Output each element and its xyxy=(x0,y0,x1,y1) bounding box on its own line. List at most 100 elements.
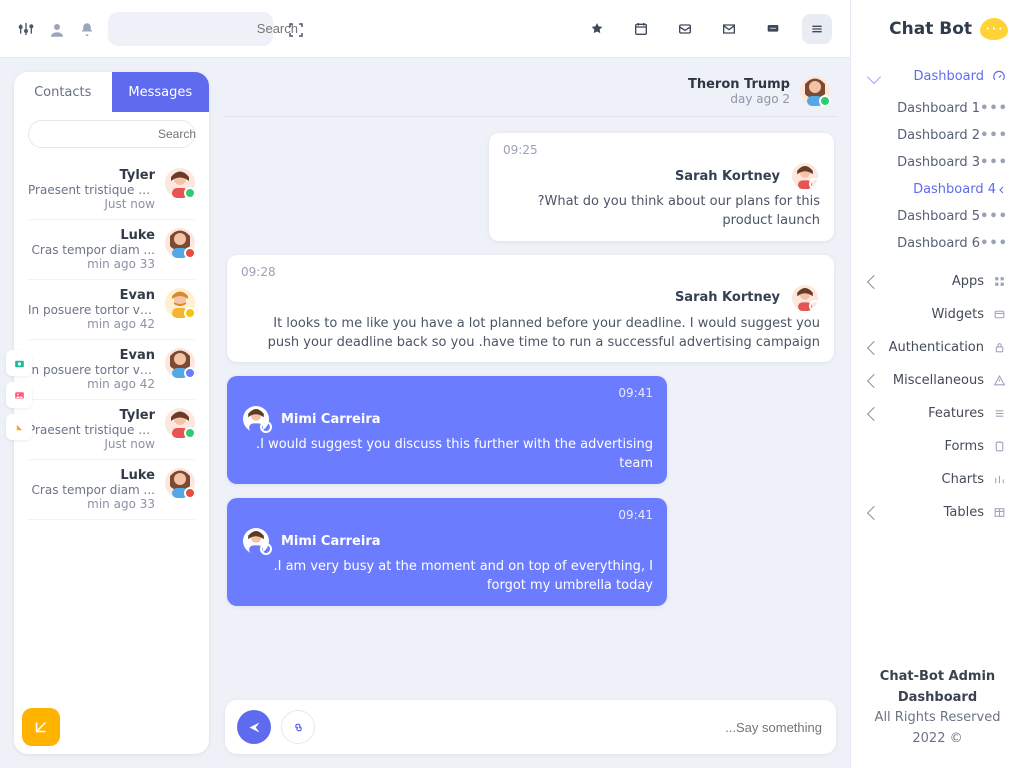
sidebar: Chat Bot Dashboard Dashboard 1•••Dashboa… xyxy=(850,0,1024,768)
chart-icon xyxy=(992,473,1006,487)
avatar xyxy=(790,285,820,311)
subnav-dashboard-6[interactable]: Dashboard 6••• xyxy=(867,230,1008,257)
avatar xyxy=(165,168,195,198)
message-out: 09:41 Mimi Carreira .I would suggest you… xyxy=(227,376,667,484)
contact-snippet: In posuere tortor vel... xyxy=(28,303,155,317)
dots-icon: ••• xyxy=(980,101,1008,116)
message-time: 09:28 xyxy=(241,265,820,279)
subnav-dashboard-3[interactable]: Dashboard 3••• xyxy=(867,149,1008,176)
message-in: 09:25 Sarah Kortney ?What do you think a… xyxy=(489,133,834,241)
contact-list: Tyler Praesent tristique diam... Just no… xyxy=(14,156,209,754)
contact-snippet: Praesent tristique diam... xyxy=(28,183,155,197)
contact-time: min ago 33 xyxy=(28,257,155,271)
subnav-dashboard-5[interactable]: Dashboard 5••• xyxy=(867,203,1008,230)
contact-time: min ago 42 xyxy=(28,377,155,391)
peer-avatar[interactable] xyxy=(800,76,830,106)
nav-widgets[interactable]: Widgets xyxy=(867,298,1008,331)
settings-sliders-icon[interactable] xyxy=(18,21,34,37)
inbox-icon[interactable] xyxy=(670,14,700,44)
message-author: Mimi Carreira xyxy=(281,412,381,427)
nav-label: Dashboard xyxy=(913,69,984,84)
message-time: 09:25 xyxy=(503,143,820,157)
contact-time: Just now xyxy=(28,197,155,211)
contact-snippet: Cras tempor diam ... xyxy=(28,243,155,257)
footer: Chat-Bot Admin Dashboard All Rights Rese… xyxy=(867,667,1008,750)
nav-label: Widgets xyxy=(931,307,984,322)
nav-label: Apps xyxy=(952,274,984,289)
nav-label: Miscellaneous xyxy=(893,373,984,388)
float-image-icon[interactable] xyxy=(6,382,32,408)
contact-item[interactable]: Evan In posuere tortor vel... min ago 42 xyxy=(28,280,195,340)
card-icon xyxy=(992,308,1006,322)
attach-button[interactable] xyxy=(281,710,315,744)
avatar xyxy=(790,163,820,189)
contact-item[interactable]: Tyler Praesent tristique diam... Just no… xyxy=(28,160,195,220)
float-camera-icon[interactable] xyxy=(6,350,32,376)
nav-label: Tables xyxy=(944,505,984,520)
avatar xyxy=(165,348,195,378)
tab-messages[interactable]: Messages xyxy=(112,72,210,112)
message-time: 09:41 xyxy=(241,386,653,400)
nav-auth[interactable]: Authentication xyxy=(867,331,1008,364)
top-search-input[interactable] xyxy=(120,20,300,37)
star-icon[interactable] xyxy=(582,14,612,44)
contact-time: min ago 33 xyxy=(28,497,155,511)
contact-item[interactable]: Evan In posuere tortor vel... min ago 42 xyxy=(28,340,195,400)
contact-item[interactable]: Tyler Praesent tristique diam... Just no… xyxy=(28,400,195,460)
nav-misc[interactable]: Miscellaneous xyxy=(867,364,1008,397)
avatar xyxy=(241,406,271,432)
subnav-label: Dashboard 5 xyxy=(867,209,980,224)
nav-charts[interactable]: Charts xyxy=(867,463,1008,496)
nav-tables[interactable]: Tables xyxy=(867,496,1008,529)
dots-icon: ••• xyxy=(980,236,1008,251)
message-in: 09:28 Sarah Kortney It looks to me like … xyxy=(227,255,834,363)
contact-item[interactable]: Luke Cras tempor diam ... min ago 33 xyxy=(28,460,195,520)
bell-icon[interactable] xyxy=(78,21,94,37)
menu-icon[interactable] xyxy=(802,14,832,44)
message-author: Mimi Carreira xyxy=(281,534,381,549)
subnav-label: Dashboard 6 xyxy=(867,236,980,251)
contacts-search-input[interactable] xyxy=(39,126,198,142)
table-icon xyxy=(992,506,1006,520)
nav-label: Features xyxy=(928,406,984,421)
subnav-label: Dashboard 3 xyxy=(867,155,980,170)
float-export-icon[interactable] xyxy=(6,414,32,440)
clipboard-icon xyxy=(992,440,1006,454)
contact-time: Just now xyxy=(28,437,155,451)
avatar xyxy=(165,468,195,498)
dots-icon: ••• xyxy=(980,155,1008,170)
composer xyxy=(225,700,836,754)
mail-icon[interactable] xyxy=(714,14,744,44)
nav-forms[interactable]: Forms xyxy=(867,430,1008,463)
send-button[interactable] xyxy=(237,710,271,744)
subnav-dashboard-1[interactable]: Dashboard 1••• xyxy=(867,95,1008,122)
brand[interactable]: Chat Bot xyxy=(867,18,1008,40)
tab-contacts[interactable]: Contacts xyxy=(14,72,112,112)
footer-title: Chat-Bot Admin Dashboard xyxy=(880,669,995,705)
top-search[interactable] xyxy=(108,12,273,46)
support-fab[interactable] xyxy=(22,708,60,746)
calendar-icon[interactable] xyxy=(626,14,656,44)
message-body: .I would suggest you discuss this furthe… xyxy=(241,436,653,474)
subnav-dashboard-2[interactable]: Dashboard 2••• xyxy=(867,122,1008,149)
composer-input[interactable] xyxy=(325,719,824,736)
scan-icon[interactable] xyxy=(287,21,303,37)
chat-pane: Theron Trump day ago 2 09:25 Sarah Kortn… xyxy=(225,72,836,754)
message-author: Sarah Kortney xyxy=(675,169,780,184)
avatar xyxy=(165,288,195,318)
contacts-search[interactable] xyxy=(28,120,195,148)
message-time: 09:41 xyxy=(241,508,653,522)
messages-icon[interactable] xyxy=(758,14,788,44)
contact-time: min ago 42 xyxy=(28,317,155,331)
message-body: It looks to me like you have a lot plann… xyxy=(241,315,820,353)
nav-features[interactable]: Features xyxy=(867,397,1008,430)
contact-name: Luke xyxy=(28,228,155,243)
avatar xyxy=(165,408,195,438)
avatar xyxy=(241,528,271,554)
user-icon[interactable] xyxy=(48,21,64,37)
subnav-dashboard-4[interactable]: Dashboard 4 xyxy=(867,176,1008,203)
contact-snippet: Praesent tristique diam... xyxy=(28,423,155,437)
nav-apps[interactable]: Apps xyxy=(867,265,1008,298)
nav-dashboard[interactable]: Dashboard xyxy=(867,60,1008,93)
contact-item[interactable]: Luke Cras tempor diam ... min ago 33 xyxy=(28,220,195,280)
